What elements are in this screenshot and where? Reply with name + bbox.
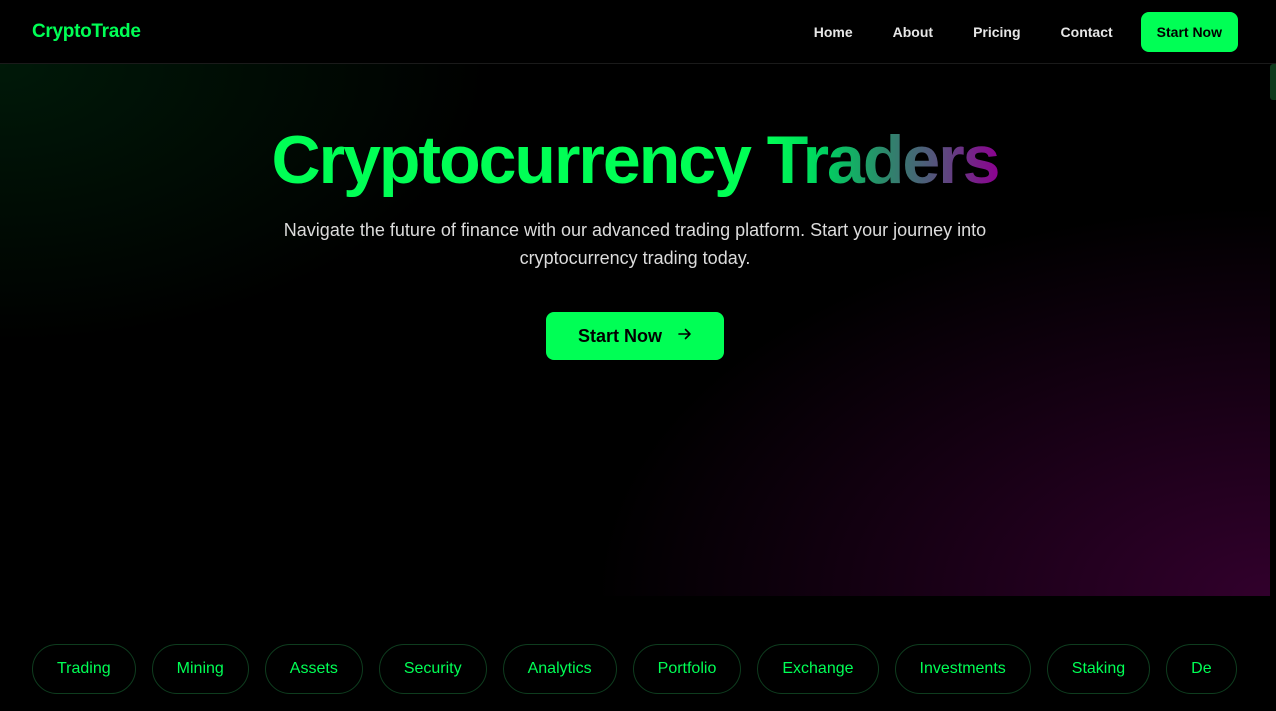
tag-exchange[interactable]: Exchange <box>757 644 879 694</box>
tag-assets[interactable]: Assets <box>264 644 363 694</box>
tag-partial[interactable]: De <box>1166 644 1237 694</box>
hero-title-accent: Traders <box>766 122 1001 198</box>
hero-cta-label: Start Now <box>577 325 662 346</box>
nav-link-contact[interactable]: Contact <box>1061 24 1113 40</box>
hero-start-now-button[interactable]: Start Now <box>545 312 724 360</box>
hero-title-main: Cryptocurrency <box>271 122 752 198</box>
tag-analytics[interactable]: Analytics <box>502 644 617 694</box>
tag-staking[interactable]: Staking <box>1046 644 1151 694</box>
hero-subtitle: Navigate the future of finance with our … <box>283 220 987 268</box>
brand-logo[interactable]: CryptoTrade <box>32 21 141 43</box>
arrow-right-icon <box>678 327 692 345</box>
nav-link-pricing[interactable]: Pricing <box>973 24 1020 40</box>
top-navbar: CryptoTrade Home About Pricing Contact S… <box>0 0 1276 64</box>
tag-investments[interactable]: Investments <box>894 644 1031 694</box>
nav-link-about[interactable]: About <box>893 24 933 40</box>
tag-security[interactable]: Security <box>378 644 487 694</box>
tag-mining[interactable]: Mining <box>151 644 249 694</box>
nav-links: Home About Pricing Contact Start Now <box>814 11 1238 52</box>
tag-portfolio[interactable]: Portfolio <box>632 644 742 694</box>
nav-start-now-button[interactable]: Start Now <box>1140 11 1238 52</box>
tag-trading[interactable]: Trading <box>32 644 136 694</box>
hero-title: Cryptocurrency Traders <box>0 122 1270 198</box>
scrollbar-thumb[interactable] <box>1270 64 1276 100</box>
category-tags: Trading Mining Assets Security Analytics Port… <box>32 644 1238 694</box>
hero-section: Cryptocurrency Traders Navigate the futu… <box>0 64 1270 596</box>
nav-link-home[interactable]: Home <box>814 24 853 40</box>
